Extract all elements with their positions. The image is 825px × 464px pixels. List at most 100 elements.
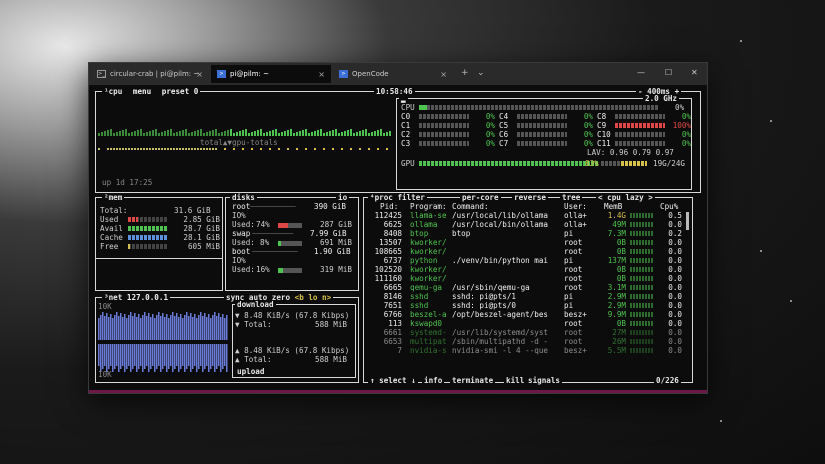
table-row[interactable]: 6766 beszel-a/opt/beszel-agent/bes besz+ 9.… [368,310,686,319]
preset-button[interactable]: preset 0 [162,87,199,96]
mem-row-value: 28.7 GiB [183,224,220,233]
table-row[interactable]: 113 kswapd0 root 0B 0.0 [368,319,686,328]
powershell-icon: > [339,70,348,78]
col-user[interactable]: User: [564,202,587,211]
cpu-graph-bar [239,131,241,136]
close-icon[interactable]: × [196,70,203,79]
col-pid[interactable]: Pid: [380,202,398,211]
upload-graph-bar [128,344,130,366]
process-cpu: 0.0 [668,256,682,265]
table-row[interactable]: 6661 systemd- /usr/lib/systemd/syst root 27M… [368,328,686,337]
process-mem: 0B [616,265,626,274]
menu-button[interactable]: menu [133,87,151,96]
cpu-graph-bar [113,133,115,136]
net-graph [98,312,228,372]
upload-graph-bar [108,344,110,369]
minimize-button[interactable]: — [637,68,645,77]
col-program[interactable]: Program: [410,202,447,211]
table-row[interactable]: 6625 ollama/usr/local/bin/ollama olla+ 49M 0… [368,220,686,229]
col-mem[interactable]: MemB [604,202,622,211]
table-row[interactable]: 7 nvidia-s nvidia-smi -l 4 --que besz+ 5.5M 0… [368,346,686,355]
filter-button[interactable]: filter [397,193,424,202]
cpu-core-pct: 0% [583,130,593,139]
signals-button[interactable]: signals [526,376,563,385]
table-row[interactable]: 111160 kworker/root 0B 0.0 [368,274,686,283]
tab-circular-crab[interactable]: >_ circular-crab | pi@pilm: ~ × [91,65,209,83]
process-cpu: 0.0 [668,292,682,301]
sort-selector[interactable]: < cpu lazy > [596,193,655,202]
process-mem: 5.5M [607,346,626,355]
close-window-button[interactable]: ✕ [691,68,698,77]
cpu-graph-bar [266,132,268,136]
tab-opencode[interactable]: > OpenCode × [333,65,453,83]
download-graph-bar [190,313,192,340]
io-toggle[interactable]: io [336,193,350,202]
tab-dropdown-button[interactable]: ⌄ [477,68,485,78]
gpu-graph-bar [269,148,271,150]
table-row[interactable]: 13507 kworker/root 0B 0.0 [368,238,686,247]
table-row[interactable]: 112425 llama-se/usr/local/lib/ollama olla+… [368,211,686,220]
proc-box: ⁴proc filter per-core reverse tree < cpu… [363,193,693,385]
cpu-graph-bar [284,131,286,136]
reverse-toggle[interactable]: reverse [512,193,549,202]
tree-toggle[interactable]: tree [560,193,583,202]
terminate-button[interactable]: terminate [450,376,496,385]
gpu-graph-bar [296,148,298,150]
uptime: up 1d 17:25 [102,178,153,187]
cpu-graph-bar [206,132,208,136]
new-tab-button[interactable]: + [461,68,469,78]
cpu-total-pct: 0% [675,103,685,112]
tab-pi-pilm[interactable]: > pi@pilm: ~ × [211,65,331,83]
gpu-graph-bar [194,148,196,150]
table-row[interactable]: 6665 qemu-ga/usr/sbin/qemu-ga root 3.1M 0.0 [368,283,686,292]
mem-row-label: Cache [100,233,123,242]
cpu-graph-bar [128,133,130,136]
cpu-graph-bar [380,129,382,136]
col-command[interactable]: Command: [452,202,489,211]
process-command: sshd: pi@pts/0 [452,301,517,310]
cpu-total-bar [419,105,659,110]
table-row[interactable]: 8408 btop btop pi 7.3M 0.2 [368,229,686,238]
process-program: kswapd0 [410,319,443,328]
process-program: ollama [410,220,438,229]
table-row[interactable]: 6737 python ./venv/bin/python mai pi 137M 0.0 [368,256,686,265]
kill-button[interactable]: kill [504,376,527,385]
process-pid: 6737 [383,256,402,265]
close-icon[interactable]: × [318,70,325,79]
process-command: nvidia-smi -l 4 --que [452,346,549,355]
process-command: /usr/local/bin/ollama [452,220,549,229]
cpu-core-name: C4 [499,112,509,121]
cpu-graph-bar [272,130,274,136]
cpu-graph-bar [161,132,163,136]
table-row[interactable]: 8146 sshd sshd: pi@pts/1 pi 2.9M 0.0 [368,292,686,301]
cpu-graph-bar [254,131,256,136]
download-graph-bar [226,315,228,340]
per-core-toggle[interactable]: per-core [460,193,501,202]
process-count: 0/226 [654,376,681,385]
upload-graph-bar [130,344,132,372]
mem-header: ²mem [102,193,125,202]
proc-scrollbar[interactable] [686,212,689,230]
cpu-graph-bar [323,133,325,136]
upload-graph-bar [150,344,152,369]
net-scale-bottom: 10K [98,370,112,379]
cpu-graph-bar [356,132,358,136]
table-row[interactable]: 108665 kworker/root 0B 0.0 [368,247,686,256]
info-button[interactable]: info [422,376,445,385]
close-icon[interactable]: × [440,70,447,79]
download-graph-bar [224,318,226,340]
table-row[interactable]: 7651 sshd sshd: pi@pts/0 pi 2.9M 0.0 [368,301,686,310]
process-pid: 108665 [374,247,402,256]
gpu-graph-bar [341,148,343,150]
cpu-cores-box: ▂ 2.0 GHz CPU 0% C0 0% C1 0% C2 0% C3 0% C4 0% C5 0% C… [396,94,692,190]
maximize-button[interactable]: ☐ [665,68,672,77]
select-hint[interactable]: ↑ select ↓ [368,376,418,385]
cpu-graph-bar [182,130,184,136]
interface-nav[interactable]: <b lo n> [295,293,332,302]
table-row[interactable]: 6653 multipat/sbin/multipathd -d - root 26M… [368,337,686,346]
col-cpu[interactable]: Cpu% [660,202,678,211]
process-pid: 8408 [383,229,402,238]
table-row[interactable]: 102520 kworker/root 0B 0.0 [368,265,686,274]
process-program: sshd [410,292,429,301]
download-graph-bar [150,317,152,340]
